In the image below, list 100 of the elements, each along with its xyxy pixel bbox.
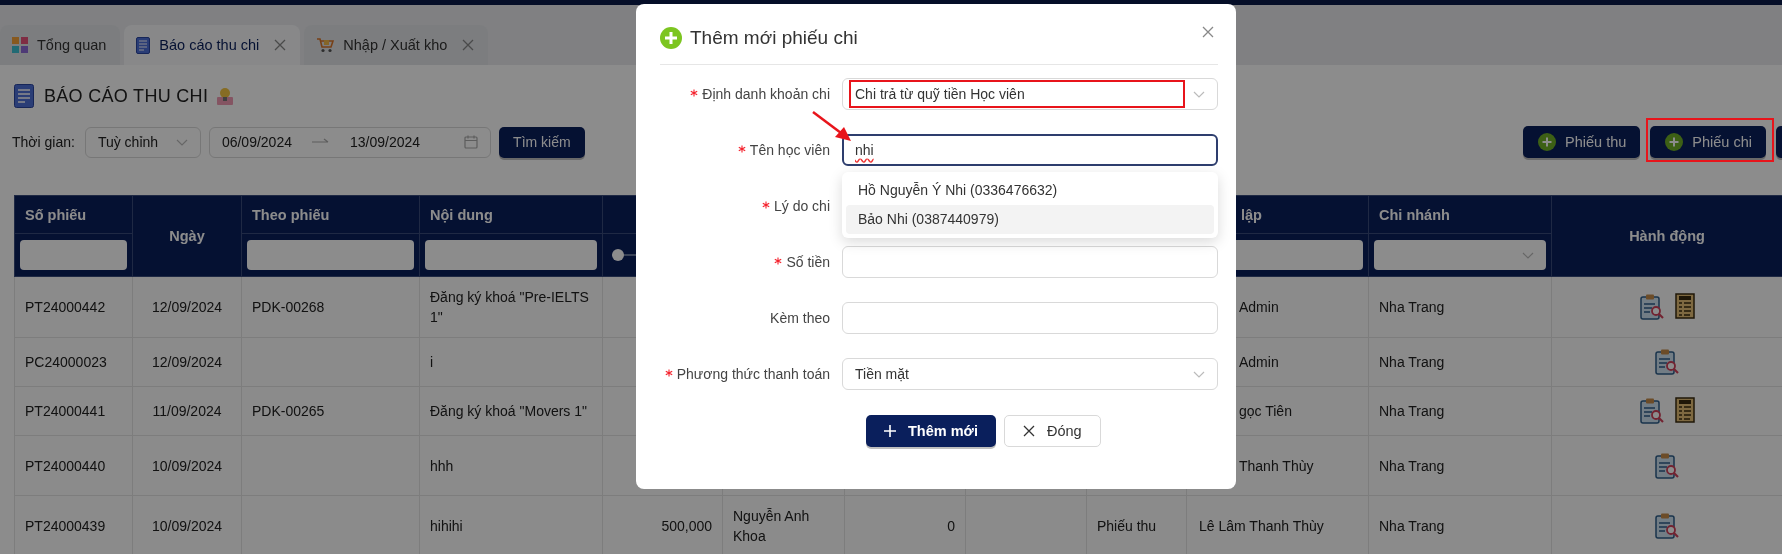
tab[interactable]: Tổng quan xyxy=(0,25,121,65)
field-label: Định danh khoản chi xyxy=(702,86,830,102)
add-button[interactable]: Thêm mới xyxy=(866,415,996,447)
field-label: Tên học viên xyxy=(749,142,830,158)
table-cell: 10/09/2024 xyxy=(151,457,223,474)
clipboard-search-icon[interactable] xyxy=(1654,348,1680,376)
table-cell: 12/09/2024 xyxy=(151,354,223,370)
input-field[interactable] xyxy=(842,246,1218,278)
tab-label: Báo cáo thu chi xyxy=(159,37,260,53)
table-cell: 10/09/2024 xyxy=(151,518,223,534)
table-cell: PT24000439 xyxy=(25,518,106,534)
filter-input[interactable] xyxy=(247,240,414,270)
column-header: Hành động xyxy=(1629,228,1705,244)
field-label: Lý do chi xyxy=(773,198,830,214)
table-cell: Nha Trang xyxy=(1379,299,1445,315)
column-header: Ngày xyxy=(169,228,205,244)
calendar-icon xyxy=(463,135,478,149)
column-header: Chi nhánh xyxy=(1379,206,1450,223)
add-button[interactable]: Phiếu chi xyxy=(1650,126,1766,158)
table-cell: PDK-00268 xyxy=(252,299,325,315)
table-cell: 11/09/2024 xyxy=(152,403,222,419)
table-cell: 0 xyxy=(947,518,955,534)
suggestion-option[interactable]: Bảo Nhi (0387440979) xyxy=(846,205,1214,234)
column-header: Số phiếu xyxy=(25,206,87,223)
table-cell: Nha Trang xyxy=(1379,457,1445,474)
arrow-icon xyxy=(311,138,330,146)
table-cell: PT24000441 xyxy=(25,403,106,419)
clipboard-search-icon[interactable] xyxy=(1639,397,1665,425)
table-cell: PDK-00265 xyxy=(252,403,325,419)
table-cell: gọc Tiên xyxy=(1239,403,1292,419)
plus-icon xyxy=(1665,133,1684,151)
lightbulb-icon xyxy=(216,86,235,106)
column-header: Theo phiếu xyxy=(252,206,330,223)
close-icon[interactable] xyxy=(1202,26,1214,38)
caret-icon xyxy=(1522,251,1534,259)
tab-label: Nhập / Xuất kho xyxy=(343,37,448,53)
close-icon xyxy=(1022,425,1035,437)
caret-icon xyxy=(1193,90,1205,98)
close-button[interactable]: Đóng xyxy=(1003,415,1101,447)
table-cell: i xyxy=(430,354,434,370)
select-field[interactable]: Chi trả từ quỹ tiền Học viên xyxy=(842,78,1218,110)
caret-icon xyxy=(1193,370,1205,378)
plus-icon xyxy=(660,27,682,49)
table-cell: 12/09/2024 xyxy=(151,299,223,315)
column-header: lập xyxy=(1241,206,1262,223)
date-from: 06/09/2024 xyxy=(221,134,292,150)
tab[interactable]: Báo cáo thu chi xyxy=(124,25,301,65)
clipboard-search-icon[interactable] xyxy=(1654,512,1680,540)
close-icon[interactable] xyxy=(274,39,287,51)
table-cell: Thanh Thùy xyxy=(1239,457,1314,474)
table-cell: hhh xyxy=(430,457,454,474)
dialog-title: Thêm mới phiếu chi xyxy=(690,27,858,49)
clipboard-search-icon[interactable] xyxy=(1639,293,1665,321)
table-cell: 500,000 xyxy=(661,518,712,534)
caret-icon xyxy=(175,138,188,146)
date-range-field[interactable]: 06/09/2024 13/09/2024 xyxy=(208,126,491,158)
tab[interactable]: Nhập / Xuất kho xyxy=(304,25,489,65)
select-field[interactable]: Tiền mặt xyxy=(842,358,1218,390)
filter-input[interactable] xyxy=(20,240,127,270)
slider-thumb[interactable] xyxy=(612,249,624,261)
close-icon[interactable] xyxy=(462,39,475,51)
plus-icon xyxy=(1538,133,1557,151)
table-cell: Admin xyxy=(1239,354,1279,370)
input-field[interactable] xyxy=(842,302,1218,334)
search-button[interactable]: Tìm kiếm xyxy=(498,126,585,158)
table-cell: Nha Trang xyxy=(1379,518,1445,534)
clipboard-search-icon[interactable] xyxy=(1654,451,1680,480)
cart-icon xyxy=(316,37,335,53)
date-to: 13/09/2024 xyxy=(349,134,421,150)
document-icon[interactable] xyxy=(1673,293,1695,319)
grid-icon xyxy=(12,37,28,53)
toolbar-button[interactable] xyxy=(1776,126,1782,158)
period-label: Thời gian: xyxy=(12,134,75,150)
document-icon[interactable] xyxy=(1673,397,1695,423)
table-cell: Nha Trang xyxy=(1379,354,1445,370)
table-cell: Đăng ký khoá "Pre-IELTS 1" xyxy=(430,289,589,325)
table-cell: PC24000023 xyxy=(25,354,107,370)
plus-icon xyxy=(884,425,896,437)
table-cell: PT24000442 xyxy=(25,299,106,315)
field-label: Kèm theo xyxy=(770,310,830,326)
field-value: nhi xyxy=(855,142,874,158)
field-label: Số tiền xyxy=(786,254,830,270)
table-cell: Admin xyxy=(1239,299,1279,315)
field-label: Phương thức thanh toán xyxy=(676,366,830,382)
table-cell: PT24000440 xyxy=(25,457,106,474)
suggestion-option[interactable]: Hồ Nguyễn Ý Nhi (0336476632) xyxy=(846,176,1214,205)
tab-label: Tổng quan xyxy=(37,37,107,53)
table-cell: Nha Trang xyxy=(1379,403,1445,419)
table-cell: Đăng ký khoá "Movers 1" xyxy=(430,403,587,419)
document-icon xyxy=(136,36,151,54)
table-cell: Nguyễn Anh Khoa xyxy=(733,508,810,544)
column-header: Nội dung xyxy=(430,206,493,223)
period-select[interactable]: Tuỳ chỉnh xyxy=(84,126,201,158)
page-title: BÁO CÁO THU CHI xyxy=(44,85,209,107)
filter-input[interactable] xyxy=(425,240,597,270)
table-cell: hihihi xyxy=(430,518,463,534)
table-cell: Lê Lâm Thanh Thùy xyxy=(1199,518,1324,534)
add-button[interactable]: Phiếu thu xyxy=(1523,126,1641,158)
input-field[interactable]: nhi xyxy=(842,134,1218,166)
table-cell: Phiếu thu xyxy=(1097,518,1157,534)
